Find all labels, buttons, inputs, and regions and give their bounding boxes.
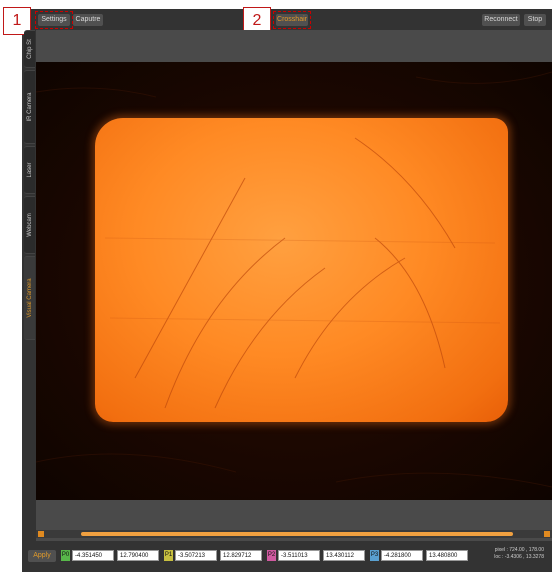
settings-highlight (35, 11, 73, 29)
horizontal-scrollbar[interactable] (36, 530, 552, 538)
scratch-marks (104, 137, 501, 409)
loc-readout: loc : -3.4306 , 13.3278 (494, 554, 544, 560)
tab-webcam[interactable]: Webcam (24, 196, 35, 254)
p1-y-field[interactable]: 12.829712 (220, 550, 262, 561)
tab-label: Visual Camera (26, 278, 33, 318)
crosshair-highlight (273, 11, 311, 29)
coordinate-bar: Apply P0 -4.351450 12.790400 P1 -3.50721… (22, 546, 552, 566)
scroll-right-arrow-icon[interactable] (544, 531, 550, 537)
cursor-info: pixel : 724.00 , 178.00 loc : -3.4306 , … (494, 547, 544, 561)
pixel-readout: pixel : 724.00 , 178.00 (494, 547, 544, 553)
p0-tag: P0 (61, 550, 70, 561)
tab-visual-camera[interactable]: Visual Camera (24, 256, 35, 340)
tab-ir-camera[interactable]: IR Camera (24, 70, 35, 144)
scroll-left-arrow-icon[interactable] (38, 531, 44, 537)
p0-y-field[interactable]: 12.790400 (117, 550, 159, 561)
capture-button[interactable]: Caputre (73, 14, 103, 26)
stop-button[interactable]: Stop (524, 14, 546, 26)
p2-x-field[interactable]: -3.511013 (278, 550, 320, 561)
p2-y-field[interactable]: 13.430112 (323, 550, 365, 561)
chip-die (95, 118, 508, 422)
reconnect-button[interactable]: Reconnect (482, 14, 520, 26)
tab-laser[interactable]: Laser (24, 146, 35, 194)
scroll-thumb[interactable] (81, 532, 513, 536)
p0-x-field[interactable]: -4.351450 (72, 550, 114, 561)
tab-label: IR Camera (26, 92, 33, 122)
tab-label: Laser (26, 162, 33, 178)
tab-chip-stage[interactable]: Chip St (24, 30, 35, 68)
tab-label: Webcam (26, 213, 33, 237)
apply-button[interactable]: Apply (28, 550, 56, 562)
p1-x-field[interactable]: -3.507213 (175, 550, 217, 561)
p3-x-field[interactable]: -4.281800 (381, 550, 423, 561)
p1-tag: P1 (164, 550, 173, 561)
p3-tag: P3 (370, 550, 379, 561)
p3-y-field[interactable]: 13.480800 (426, 550, 468, 561)
tab-label: Chip St (26, 39, 33, 59)
p2-tag: P2 (267, 550, 276, 561)
